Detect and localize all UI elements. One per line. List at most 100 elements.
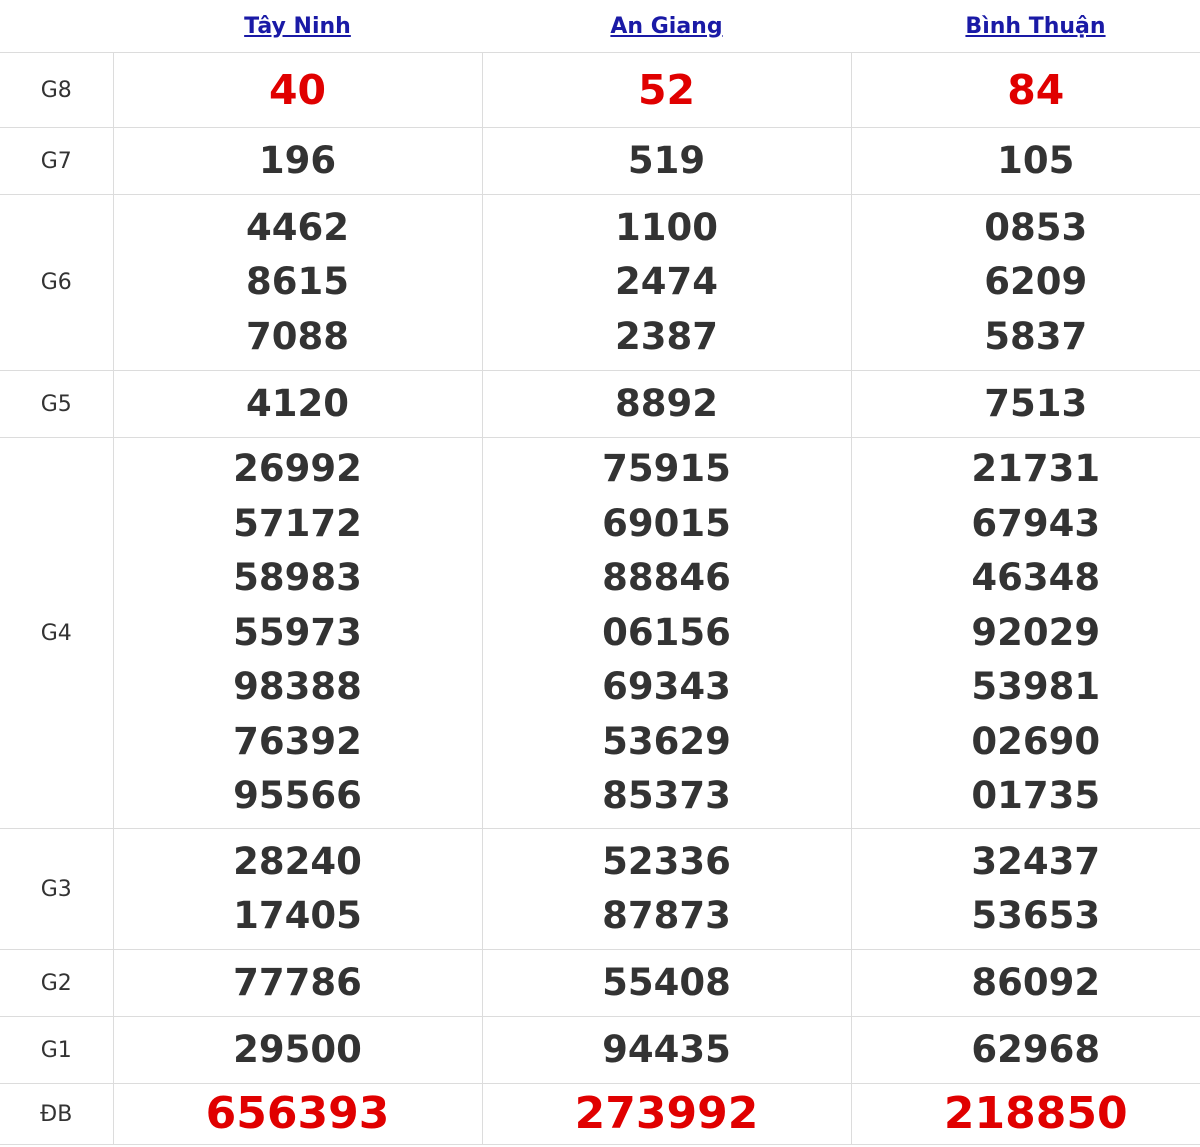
winning-number: 69343 [602, 665, 731, 709]
winning-number: 52 [637, 65, 696, 114]
winning-number: 95566 [233, 774, 362, 818]
winning-number: 40 [268, 65, 327, 114]
prize-row-g6: G6 4462 8615 7088 1100 2474 2387 0853 62… [0, 194, 1200, 371]
header-tay-ninh: Tây Ninh [113, 0, 482, 53]
winning-number: 92029 [971, 610, 1101, 654]
winning-number: 5837 [984, 314, 1088, 358]
winning-number: 26992 [233, 447, 362, 491]
winning-number: 53629 [602, 719, 731, 763]
winning-number: 8892 [615, 381, 718, 425]
winning-number: 87873 [602, 894, 731, 937]
winning-number: 21731 [971, 447, 1101, 491]
winning-number: 52336 [602, 839, 731, 883]
winning-number: 29500 [233, 1027, 362, 1071]
prize-label: G6 [0, 194, 113, 371]
winning-number: 0853 [984, 205, 1088, 249]
prize-row-g4: G4 26992 57172 58983 55973 98388 76392 9… [0, 437, 1200, 829]
winning-number: 53981 [971, 665, 1101, 709]
winning-number: 32437 [971, 839, 1101, 883]
header-an-giang: An Giang [482, 0, 851, 53]
tay-ninh-cell: 77786 [112, 949, 482, 1017]
winning-number: 8615 [246, 260, 349, 304]
winning-number: 67943 [971, 501, 1101, 545]
winning-number: 85373 [602, 774, 731, 818]
binh-thuan-cell: 218850 [850, 1083, 1200, 1145]
winning-number: 7513 [984, 381, 1088, 425]
winning-number: 75915 [602, 447, 731, 491]
tay-ninh-cell: 4462 8615 7088 [112, 194, 482, 371]
prize-label: ĐB [0, 1083, 113, 1145]
winning-number: 46348 [971, 556, 1101, 600]
winning-number: 17405 [233, 894, 362, 937]
header-row: Tây Ninh An Giang Bình Thuận [0, 0, 1200, 53]
tay-ninh-cell: 4120 [112, 370, 482, 438]
winning-number: 55408 [602, 960, 731, 1004]
an-giang-cell: 52 [481, 52, 851, 128]
prize-label: G8 [0, 52, 113, 128]
province-link-an-giang[interactable]: An Giang [610, 14, 722, 39]
tay-ninh-cell: 196 [112, 127, 482, 195]
binh-thuan-cell: 105 [850, 127, 1200, 195]
an-giang-cell: 75915 69015 88846 06156 69343 53629 8537… [481, 437, 851, 829]
binh-thuan-cell: 84 [850, 52, 1200, 128]
an-giang-cell: 55408 [481, 949, 851, 1017]
binh-thuan-cell: 0853 6209 5837 [850, 194, 1200, 371]
an-giang-cell: 8892 [481, 370, 851, 438]
province-link-binh-thuan[interactable]: Bình Thuận [965, 14, 1105, 39]
winning-number: 58983 [233, 556, 362, 600]
winning-number: 77786 [233, 960, 362, 1004]
lottery-results-table: Tây Ninh An Giang Bình Thuận G8 40 52 84… [0, 0, 1200, 1145]
prize-label: G5 [0, 370, 113, 438]
prize-row-g2: G2 77786 55408 86092 [0, 949, 1200, 1017]
header-binh-thuan: Bình Thuận [851, 0, 1200, 53]
tay-ninh-cell: 28240 17405 [112, 828, 482, 950]
prize-label: G7 [0, 127, 113, 195]
winning-number: 01735 [971, 774, 1101, 818]
winning-number: 519 [627, 138, 706, 182]
prize-label: G2 [0, 949, 113, 1017]
winning-number: 2474 [615, 260, 718, 304]
winning-number: 53653 [971, 894, 1101, 937]
winning-number: 02690 [971, 719, 1101, 763]
tay-ninh-cell: 26992 57172 58983 55973 98388 76392 9556… [112, 437, 482, 829]
winning-number: 84 [1007, 65, 1065, 114]
winning-number: 06156 [602, 610, 731, 654]
winning-number: 69015 [602, 501, 731, 545]
an-giang-cell: 519 [481, 127, 851, 195]
prize-row-g3: G3 28240 17405 52336 87873 32437 53653 [0, 828, 1200, 950]
winning-number: 98388 [233, 665, 362, 709]
winning-number: 7088 [246, 314, 349, 358]
an-giang-cell: 52336 87873 [481, 828, 851, 950]
winning-number: 1100 [615, 205, 718, 249]
tay-ninh-cell: 656393 [112, 1083, 482, 1145]
prize-row-special: ĐB 656393 273992 218850 [0, 1083, 1200, 1145]
prize-row-g5: G5 4120 8892 7513 [0, 370, 1200, 438]
binh-thuan-cell: 21731 67943 46348 92029 53981 02690 0173… [850, 437, 1200, 829]
prize-row-g7: G7 196 519 105 [0, 127, 1200, 195]
an-giang-cell: 273992 [481, 1083, 851, 1145]
winning-number: 57172 [233, 501, 362, 545]
binh-thuan-cell: 62968 [850, 1016, 1200, 1084]
winning-number: 196 [258, 138, 337, 182]
winning-number: 2387 [615, 314, 718, 358]
prize-label: G1 [0, 1016, 113, 1084]
winning-number: 94435 [602, 1027, 731, 1071]
prize-row-g8: G8 40 52 84 [0, 52, 1200, 128]
binh-thuan-cell: 86092 [850, 949, 1200, 1017]
winning-number: 28240 [233, 839, 362, 883]
jackpot-number: 218850 [943, 1087, 1128, 1139]
jackpot-number: 656393 [205, 1087, 390, 1139]
jackpot-number: 273992 [574, 1087, 759, 1139]
province-link-tay-ninh[interactable]: Tây Ninh [244, 14, 351, 39]
prize-label: G4 [0, 437, 113, 829]
an-giang-cell: 94435 [481, 1016, 851, 1084]
winning-number: 4462 [246, 205, 349, 249]
an-giang-cell: 1100 2474 2387 [481, 194, 851, 371]
winning-number: 76392 [233, 719, 362, 763]
tay-ninh-cell: 29500 [112, 1016, 482, 1084]
tay-ninh-cell: 40 [112, 52, 482, 128]
prize-label: G3 [0, 828, 113, 950]
winning-number: 55973 [233, 610, 362, 654]
binh-thuan-cell: 7513 [850, 370, 1200, 438]
winning-number: 4120 [246, 381, 349, 425]
